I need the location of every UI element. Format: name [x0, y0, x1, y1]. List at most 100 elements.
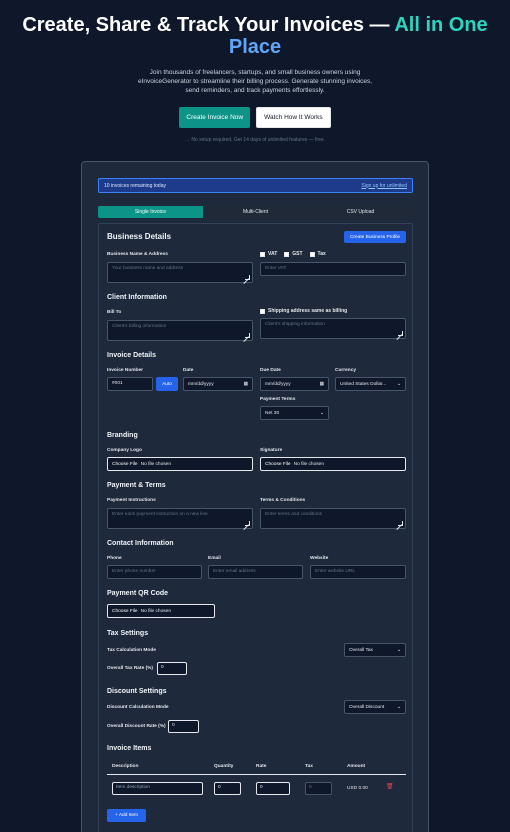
item-tax-input[interactable]: 0 — [305, 782, 332, 795]
item-description-input[interactable]: Item description — [112, 782, 203, 795]
item-amount: USD 0.00 — [347, 786, 368, 791]
email-input[interactable]: Enter email address — [208, 565, 303, 579]
tax-rate-input[interactable]: 0 — [157, 662, 187, 675]
tax-settings-heading: Tax Settings — [107, 630, 149, 637]
checkbox-icon — [309, 251, 315, 257]
hero-title-main: Create, Share & Track Your Invoices — — [22, 14, 395, 36]
payment-terms-label: Payment Terms — [260, 397, 296, 402]
due-date-label: Due Date — [260, 368, 281, 373]
table-divider — [107, 774, 406, 775]
signup-link[interactable]: Sign up for unlimited — [361, 183, 407, 189]
payment-terms-heading: Payment & Terms — [107, 482, 166, 489]
gst-checkbox[interactable]: GST — [284, 251, 303, 257]
payment-instructions-textarea[interactable]: Enter each payment instruction on a new … — [107, 508, 253, 529]
resize-handle-icon[interactable] — [245, 275, 250, 280]
date-label: Date — [183, 368, 194, 373]
qr-code-heading: Payment QR Code — [107, 590, 169, 597]
resize-handle-icon[interactable] — [245, 333, 250, 338]
trash-icon[interactable]: 🗑 — [386, 783, 394, 790]
contact-heading: Contact Information — [107, 540, 174, 547]
resize-handle-icon[interactable] — [398, 331, 403, 336]
discount-mode-select[interactable]: Overall Discount ⌄ — [344, 700, 406, 714]
chevron-down-icon: ⌄ — [396, 381, 401, 387]
usage-banner: 10 invoices remaining today Sign up for … — [98, 178, 413, 193]
client-info-heading: Client Information — [107, 294, 167, 301]
column-amount: Amount — [347, 764, 366, 769]
tab-csv-upload[interactable]: CSV Upload — [308, 206, 413, 218]
tab-single-invoice[interactable]: Single Invoice — [98, 206, 203, 218]
remaining-count: 10 invoices remaining today — [104, 182, 166, 189]
shipping-same-label: Shipping address same as billing — [268, 308, 348, 314]
terms-conditions-textarea[interactable]: Enter terms and conditions — [260, 508, 406, 529]
signature-file-input[interactable]: Choose File No file chosen — [260, 457, 406, 471]
create-invoice-button[interactable]: Create Invoice Now — [179, 107, 251, 128]
business-name-placeholder: Your business name and address — [112, 266, 184, 271]
invoice-items-heading: Invoice Items — [107, 745, 152, 752]
shipping-textarea[interactable]: Client's shipping information — [260, 318, 406, 339]
hero-title: Create, Share & Track Your Invoices — Al… — [0, 14, 510, 58]
calendar-icon[interactable]: ▦ — [243, 382, 248, 387]
column-description: Description — [112, 764, 139, 769]
due-date-input[interactable]: mm/dd/yyyy ▦ — [260, 377, 329, 391]
item-quantity-input[interactable]: 0 — [214, 782, 241, 795]
calendar-icon[interactable]: ▦ — [319, 382, 324, 387]
invoice-panel: 10 invoices remaining today Sign up for … — [81, 161, 429, 832]
bill-to-label: Bill To — [107, 310, 122, 315]
company-logo-file-input[interactable]: Choose File No file chosen — [107, 457, 253, 471]
checkbox-icon — [260, 308, 265, 314]
business-name-label: Business Name & Address — [107, 252, 168, 257]
email-label: Email — [208, 556, 221, 561]
invoice-number-label: Invoice Number — [107, 368, 143, 373]
chevron-down-icon: ⌄ — [396, 647, 401, 653]
chevron-down-icon: ⌄ — [319, 410, 324, 416]
invoice-form: Business Details Create Business Profile… — [98, 223, 413, 832]
resize-handle-icon[interactable] — [245, 521, 250, 526]
currency-select[interactable]: United States Dollar... ⌄ — [335, 377, 406, 391]
company-logo-label: Company Logo — [107, 448, 142, 453]
vat-input[interactable]: Enter VAT — [260, 262, 406, 276]
tax-rate-label: Overall Tax Rate (%) — [107, 666, 154, 671]
business-name-textarea[interactable]: Your business name and address — [107, 262, 253, 283]
hero-subtitle: Join thousands of freelancers, startups,… — [137, 69, 373, 94]
signature-label: Signature — [260, 448, 283, 453]
mode-tabs: Single Invoice Multi-Client CSV Upload — [98, 206, 413, 218]
tax-mode-select[interactable]: Overall Tax ⌄ — [344, 643, 406, 657]
payment-terms-select[interactable]: Net 30 ⌄ — [260, 406, 329, 420]
branding-heading: Branding — [107, 432, 138, 439]
hero-note: → No setup required. Get 14 days of unli… — [184, 137, 326, 143]
create-business-profile-button[interactable]: Create Business Profile — [344, 231, 406, 243]
tab-multi-client[interactable]: Multi-Client — [203, 206, 308, 218]
checkbox-icon — [284, 251, 290, 257]
discount-settings-heading: Discount Settings — [107, 688, 167, 695]
website-input[interactable]: Enter website URL — [310, 565, 406, 579]
date-input[interactable]: mm/dd/yyyy ▦ — [183, 377, 253, 391]
business-details-heading: Business Details — [107, 232, 172, 241]
hero-title-accent-2: Place — [228, 36, 282, 58]
vat-checkbox[interactable]: VAT — [260, 251, 277, 257]
resize-handle-icon[interactable] — [398, 521, 403, 526]
chevron-down-icon: ⌄ — [396, 704, 401, 710]
tax-type-options: VAT GST Tax — [260, 251, 326, 257]
tax-mode-label: Tax Calculation Mode — [107, 648, 156, 653]
checkbox-icon — [260, 251, 265, 257]
tax-checkbox[interactable]: Tax — [309, 251, 326, 257]
column-rate: Rate — [256, 764, 267, 769]
invoice-number-input[interactable]: #001 — [107, 377, 153, 391]
bill-to-placeholder: Client's billing information — [112, 324, 167, 329]
payment-instructions-label: Payment Instructions — [107, 498, 156, 503]
currency-label: Currency — [335, 368, 357, 373]
column-tax: Tax — [305, 764, 313, 769]
discount-rate-input[interactable]: 0 — [168, 720, 199, 733]
bill-to-textarea[interactable]: Client's billing information — [107, 320, 253, 341]
hero-title-accent: All in One — [394, 14, 488, 36]
add-item-button[interactable]: + Add Item — [107, 809, 146, 822]
shipping-same-checkbox[interactable]: Shipping address same as billing — [260, 308, 347, 314]
item-rate-input[interactable]: 0 — [256, 782, 290, 795]
watch-demo-button[interactable]: Watch How It Works — [256, 107, 331, 128]
qr-code-file-input[interactable]: Choose File No file chosen — [107, 604, 215, 618]
phone-label: Phone — [107, 556, 122, 561]
invoice-details-heading: Invoice Details — [107, 352, 157, 359]
column-quantity: Quantity — [214, 764, 234, 769]
auto-number-button[interactable]: Auto — [156, 377, 178, 391]
phone-input[interactable]: Enter phone number — [107, 565, 202, 579]
